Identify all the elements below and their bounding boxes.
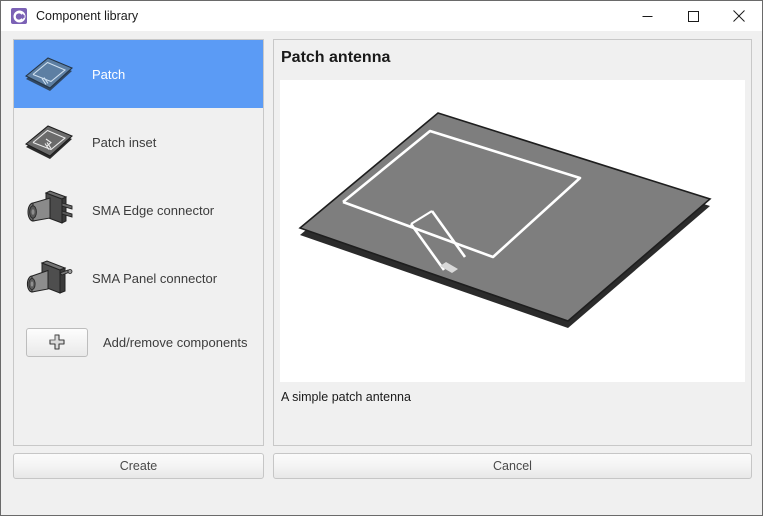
add-remove-components-button[interactable] (26, 327, 88, 357)
component-preview (280, 80, 745, 382)
patch-antenna-3d-preview (280, 80, 745, 382)
create-button[interactable]: Create (13, 453, 264, 479)
library-circle-c-icon (11, 8, 27, 24)
title-bar: Component library (1, 1, 762, 31)
list-item-label: SMA Panel connector (92, 270, 218, 286)
detail-title: Patch antenna (281, 49, 391, 66)
list-item-label: Patch (92, 66, 126, 82)
list-item[interactable]: Patch inset (14, 108, 263, 176)
close-button[interactable] (716, 1, 762, 31)
detail-description: A simple patch antenna (281, 390, 411, 404)
patch-antenna-thumbnail (20, 49, 78, 99)
cancel-button[interactable]: Cancel (273, 453, 752, 479)
list-item[interactable]: SMA Edge connector (14, 176, 263, 244)
dialog-button-row: Create Cancel (1, 453, 762, 479)
window-title: Component library (36, 9, 139, 23)
sma-panel-connector-thumbnail (20, 253, 78, 303)
list-item-label: Patch inset (92, 134, 157, 150)
patch-inset-antenna-thumbnail (20, 117, 78, 167)
add-remove-row: Add/remove components (14, 312, 263, 372)
dialog-body: Patch Patch inset SMA Edge connector SMA… (1, 31, 762, 515)
sma-edge-connector-thumbnail (20, 185, 78, 235)
add-remove-components-label: Add/remove components (103, 334, 248, 350)
list-item-label: SMA Edge connector (92, 202, 215, 218)
plus-icon (48, 333, 66, 351)
list-item[interactable]: Patch (14, 40, 263, 108)
list-item[interactable]: SMA Panel connector (14, 244, 263, 312)
window-controls (624, 1, 762, 31)
component-detail-panel: Patch antenna A simple patch antenna (273, 39, 752, 446)
component-library-window: Component library Patch Patch inset SMA … (0, 0, 763, 516)
component-list: Patch Patch inset SMA Edge connector SMA… (13, 39, 264, 446)
minimize-button[interactable] (624, 1, 670, 31)
maximize-button[interactable] (670, 1, 716, 31)
